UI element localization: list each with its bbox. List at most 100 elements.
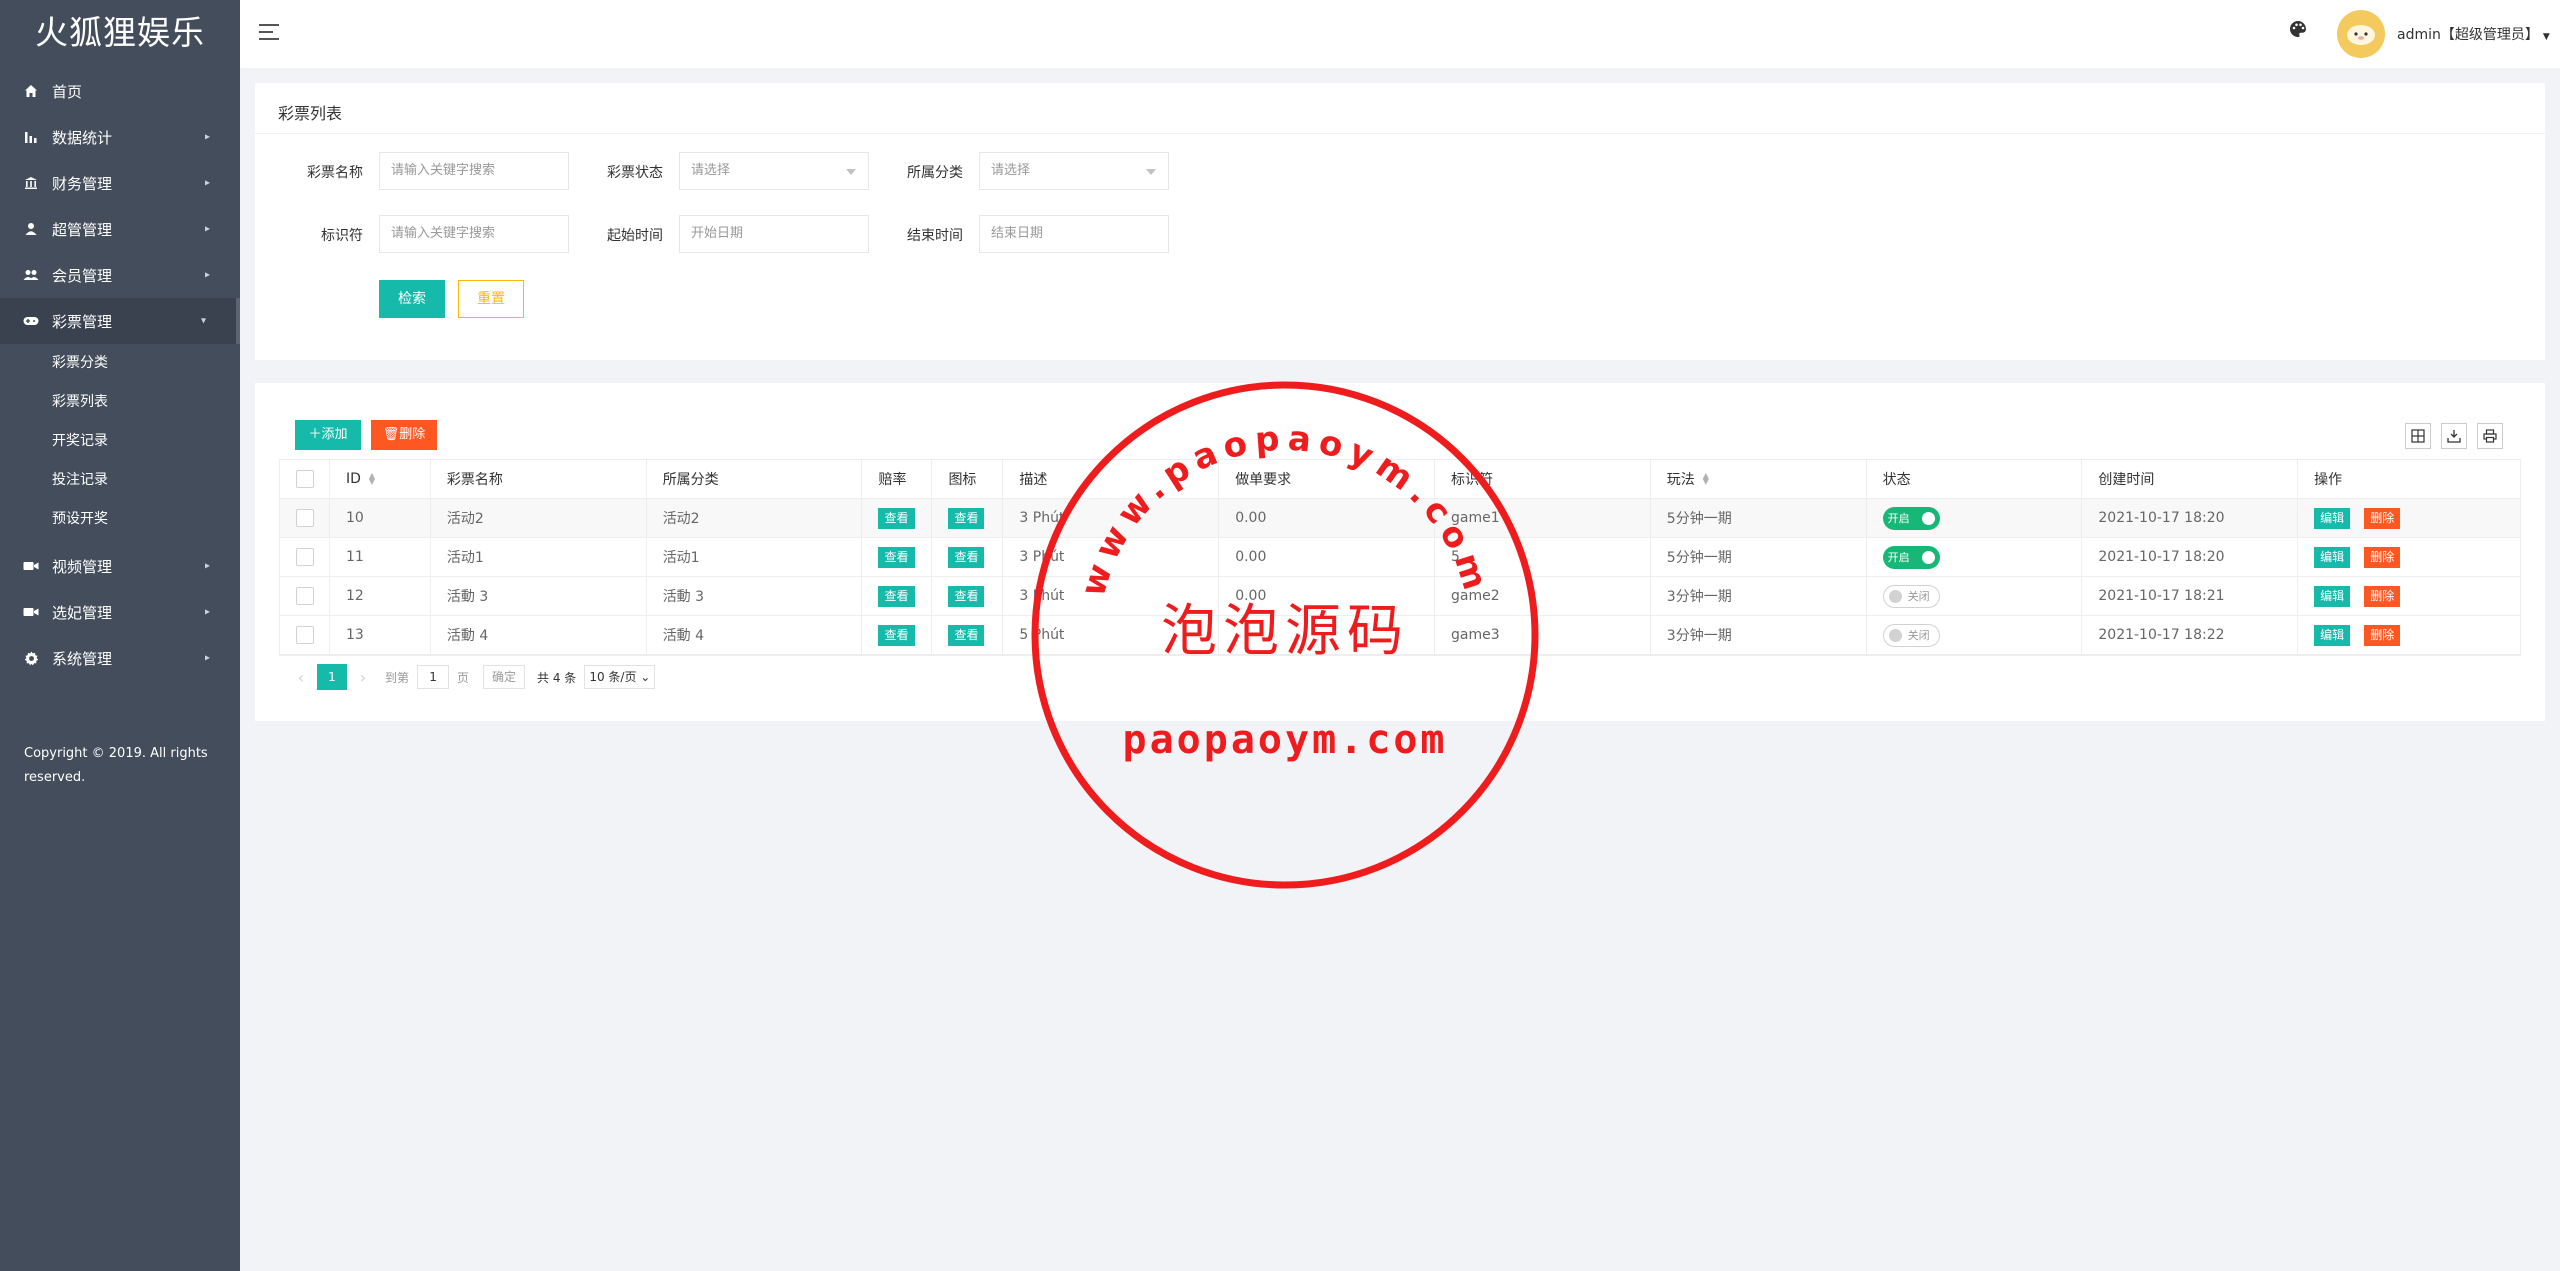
search-button[interactable]: 检索 (379, 280, 445, 318)
cell-created: 2021-10-17 18:20 (2098, 549, 2225, 565)
chevron-right-icon: ▸ (204, 131, 210, 143)
sidebar-item-video[interactable]: 视频管理 ▸ (0, 543, 240, 589)
divider (255, 133, 2545, 134)
table-cell: 编辑 删除 (2298, 577, 2520, 615)
sidebar-subitem-list[interactable]: 彩票列表 (0, 383, 240, 422)
view-icon-button[interactable]: 查看 (948, 585, 985, 607)
view-odds-button[interactable]: 查看 (878, 585, 915, 607)
view-icon-button[interactable]: 查看 (948, 624, 985, 646)
view-icon-button[interactable]: 查看 (948, 507, 985, 529)
row-checkbox[interactable] (296, 509, 314, 527)
table-cell: 编辑 删除 (2298, 538, 2520, 576)
table-row[interactable]: 12 活動 3 活動 3 查看 查看 3 Phút 0.00 game2 3分钟一期 关闭 2021… (280, 577, 2520, 616)
page-jump-input[interactable]: 1 (417, 665, 450, 689)
sort-icon[interactable]: ▲ ▼ (1703, 472, 1709, 486)
status-toggle[interactable]: 关闭 (1882, 623, 1940, 647)
table-cell: 查看 (932, 616, 1004, 654)
table-cell: 0.00 (1219, 499, 1435, 537)
status-toggle[interactable]: 开启 (1882, 506, 1940, 530)
status-toggle[interactable]: 开启 (1882, 545, 1940, 569)
view-odds-button[interactable]: 查看 (878, 507, 915, 529)
next-page-icon[interactable]: › (349, 668, 377, 687)
table-header: ID ▲ ▼ 彩票名称 所属分类 赔率 图标 描述 做单要求 标识符 玩法 ▲ ▼ 状态… (280, 460, 2520, 499)
add-button[interactable]: ＋添加 (295, 420, 361, 450)
lottery-status-select[interactable]: 请选择 (679, 152, 869, 190)
lottery-name-input[interactable]: 请输入关键字搜索 (379, 152, 569, 190)
cell-identifier: game3 (1450, 627, 1500, 643)
table-row[interactable]: 11 活动1 活动1 查看 查看 3 Phút 0.00 5 5分钟一期 开启 2021-10-17… (280, 538, 2520, 577)
row-delete-button[interactable]: 删除 (2364, 624, 2401, 646)
sidebar-item-lottery[interactable]: 彩票管理 ▾ (0, 298, 240, 344)
sidebar-item-system[interactable]: 系统管理 ▸ (0, 635, 240, 681)
cell-name: 活动1 (446, 550, 484, 566)
cell-name: 活動 4 (446, 628, 489, 644)
table-cell: 活动2 (431, 499, 647, 537)
status-toggle[interactable]: 关闭 (1882, 584, 1940, 608)
cell-category: 活動 3 (662, 589, 705, 605)
table-cell: 12 (330, 577, 431, 615)
identifier-input[interactable]: 请输入关键字搜索 (379, 215, 569, 253)
palette-icon[interactable] (2289, 20, 2309, 40)
table-cell (280, 499, 330, 537)
user-name: admin【超级管理员】 (2397, 27, 2539, 43)
header-id[interactable]: ID ▲ ▼ (330, 460, 431, 498)
sidebar-subitem-category[interactable]: 彩票分类 (0, 344, 240, 383)
end-date-input[interactable]: 结束日期 (979, 215, 1169, 253)
table-cell: 关闭 (1867, 616, 2083, 654)
cell-desc: 3 Phút (1019, 510, 1065, 526)
view-odds-button[interactable]: 查看 (878, 546, 915, 568)
table-cell: 2021-10-17 18:20 (2082, 499, 2299, 537)
cell-requirement: 0.00 (1235, 510, 1267, 526)
sidebar-item-home[interactable]: 首页 (0, 68, 240, 114)
row-checkbox[interactable] (296, 548, 314, 566)
sidebar-item-admin[interactable]: 超管管理 ▸ (0, 206, 240, 252)
table-row[interactable]: 10 活动2 活动2 查看 查看 3 Phút 0.00 game1 5分钟一期 开启 2021-1… (280, 499, 2520, 538)
sort-icon[interactable]: ▲ ▼ (369, 472, 375, 486)
view-odds-button[interactable]: 查看 (878, 624, 915, 646)
row-delete-button[interactable]: 删除 (2364, 585, 2401, 607)
select-all-checkbox[interactable] (296, 470, 314, 488)
row-checkbox[interactable] (296, 587, 314, 605)
user-menu[interactable]: admin【超级管理员】 ▼ (2397, 24, 2550, 44)
sidebar-item-stats[interactable]: 数据统计 ▸ (0, 114, 240, 160)
sidebar-item-finance[interactable]: 财务管理 ▸ (0, 160, 240, 206)
page-size-select[interactable]: 10 条/页 ⌄ (584, 665, 656, 689)
table-row[interactable]: 13 活動 4 活動 4 查看 查看 5 Phút game3 3分钟一期 关闭 2021-10-… (280, 616, 2520, 655)
delete-button[interactable]: 🗑删除 (371, 420, 437, 450)
header-play[interactable]: 玩法 ▲ ▼ (1651, 460, 1867, 498)
reset-button[interactable]: 重置 (458, 280, 524, 318)
category-select[interactable]: 请选择 (979, 152, 1169, 190)
bank-icon (22, 174, 40, 192)
view-icon-button[interactable]: 查看 (948, 546, 985, 568)
lottery-name-label: 彩票名称 (307, 165, 363, 181)
row-checkbox[interactable] (296, 626, 314, 644)
sidebar-subitem-draws[interactable]: 开奖记录 (0, 422, 240, 461)
header-category: 所属分类 (647, 460, 863, 498)
header-actions: 操作 (2314, 472, 2343, 488)
table-cell: 5分钟一期 (1651, 538, 1867, 576)
edit-button[interactable]: 编辑 (2314, 546, 2351, 568)
prev-page-icon[interactable]: ‹ (287, 668, 315, 687)
edit-button[interactable]: 编辑 (2314, 585, 2351, 607)
sidebar-subitem-bets[interactable]: 投注记录 (0, 461, 240, 500)
menu-icon[interactable] (259, 24, 279, 42)
chevron-right-icon: ▸ (204, 223, 210, 235)
row-delete-button[interactable]: 删除 (2364, 546, 2401, 568)
confirm-button[interactable]: 确定 (483, 665, 526, 689)
page-current[interactable]: 1 (317, 664, 347, 690)
start-date-input[interactable]: 开始日期 (679, 215, 869, 253)
table-cell: 0.00 (1219, 577, 1435, 615)
row-delete-button[interactable]: 删除 (2364, 507, 2401, 529)
sidebar-item-concubine[interactable]: 选妃管理 ▸ (0, 589, 240, 635)
columns-filter-icon[interactable] (2405, 423, 2431, 449)
sidebar-item-members[interactable]: 会员管理 ▸ (0, 252, 240, 298)
edit-button[interactable]: 编辑 (2314, 624, 2351, 646)
table-cell (280, 577, 330, 615)
print-icon[interactable] (2477, 423, 2503, 449)
header-icon: 图标 (932, 460, 1004, 498)
edit-button[interactable]: 编辑 (2314, 507, 2351, 529)
export-icon[interactable] (2441, 423, 2467, 449)
cell-identifier: game1 (1450, 510, 1500, 526)
sidebar-subitem-preset[interactable]: 预设开奖 (0, 500, 240, 539)
avatar[interactable] (2337, 10, 2385, 58)
